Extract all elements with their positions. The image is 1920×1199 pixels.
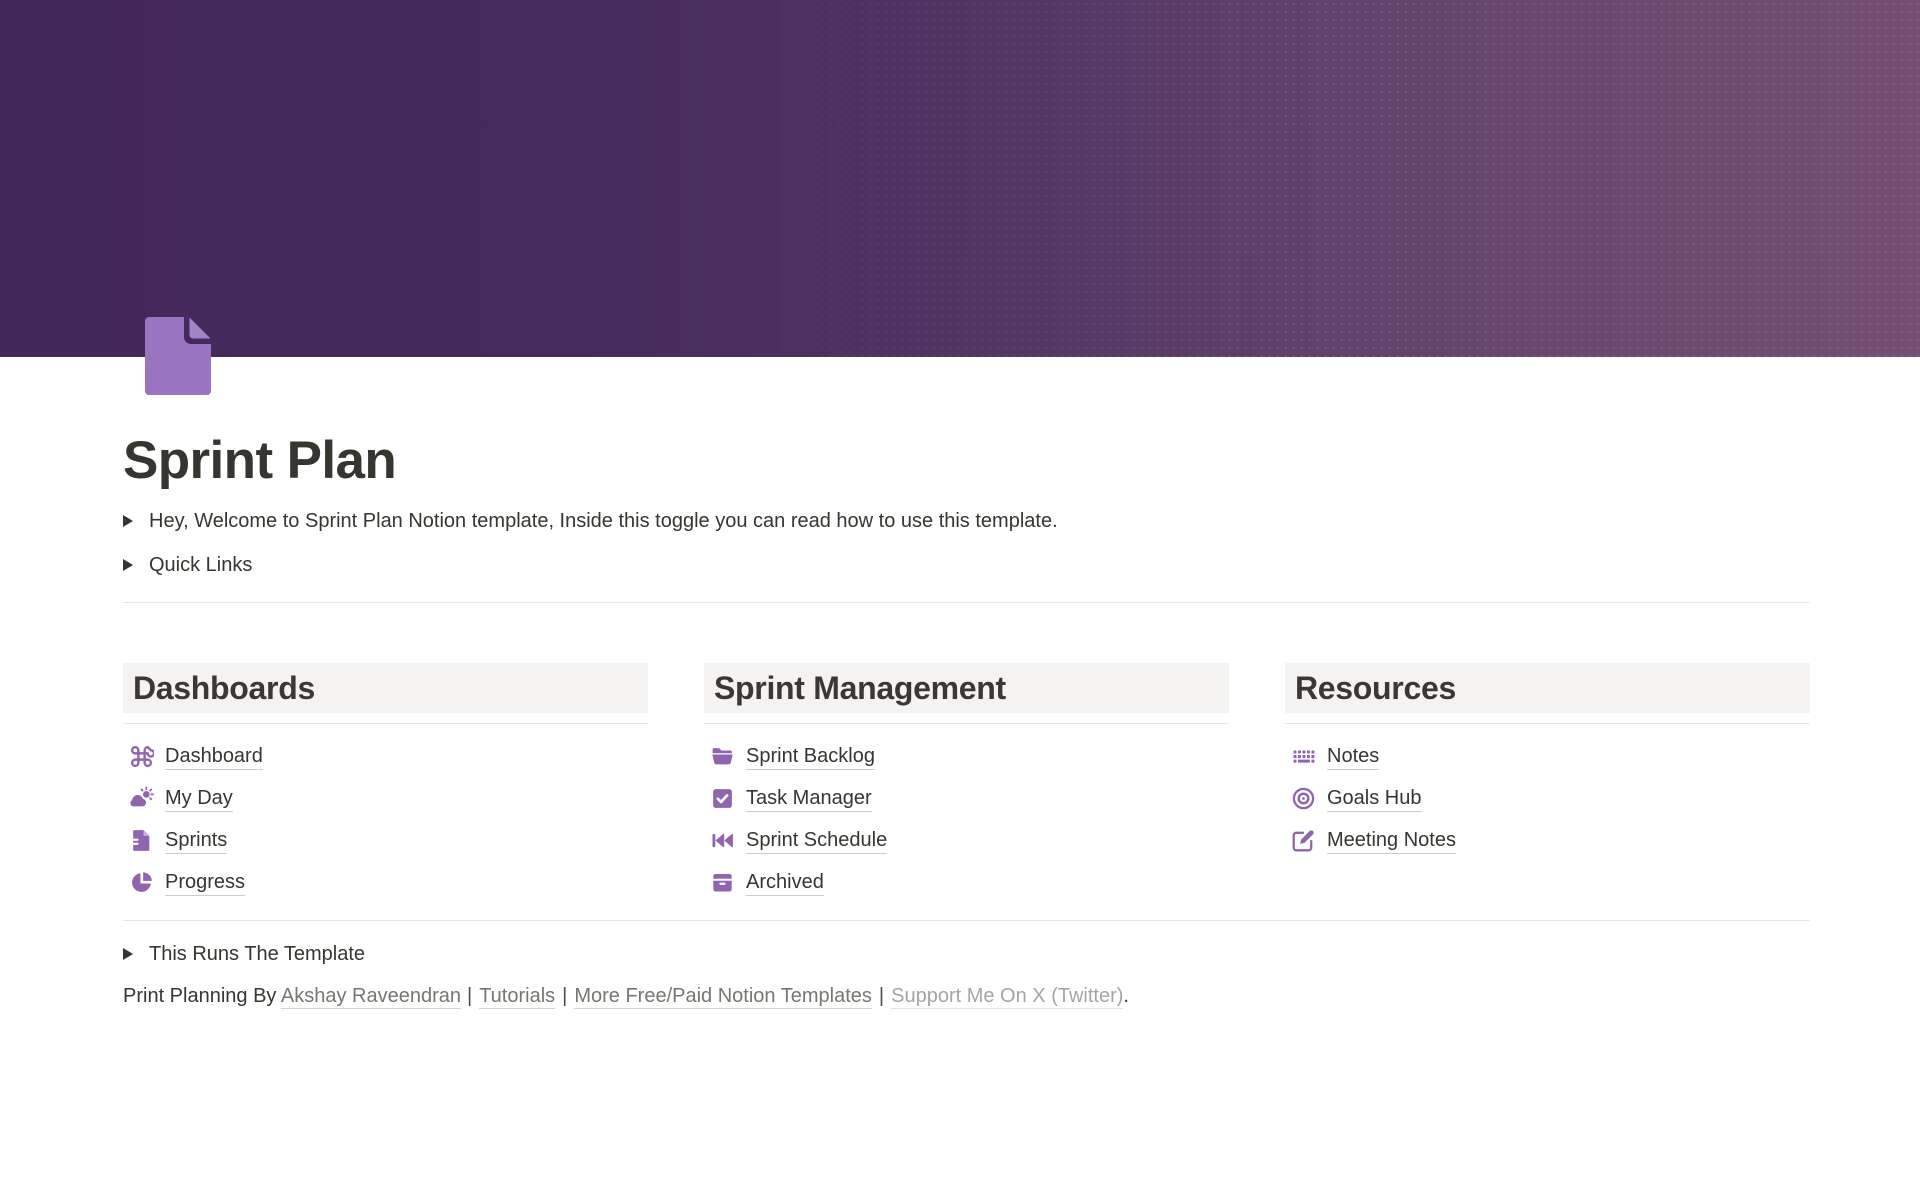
page-link-archived[interactable]: Archived: [710, 869, 1229, 896]
page-link-label: Progress: [165, 870, 245, 896]
column-header-sprint-management: Sprint Management: [704, 663, 1229, 713]
pie-chart-icon: [129, 870, 154, 895]
twitter-link[interactable]: Support Me On X (Twitter): [891, 985, 1123, 1009]
toggle-triangle-icon[interactable]: [123, 515, 149, 527]
column-list-dashboards: Dashboard: [123, 743, 648, 896]
author-link[interactable]: Akshay Raveendran: [281, 985, 461, 1009]
toggle-quick-links-label: Quick Links: [149, 551, 252, 579]
rewind-icon: [710, 828, 735, 853]
column-header-dashboards: Dashboards: [123, 663, 648, 713]
toggle-triangle-icon[interactable]: [123, 948, 149, 960]
credit-separator: |: [461, 985, 479, 1007]
credit-line: Print Planning By Akshay Raveendran|Tuto…: [123, 983, 1810, 1010]
credit-separator: |: [555, 985, 574, 1007]
compose-icon: [1291, 828, 1316, 853]
toggle-runs-template-label: This Runs The Template: [149, 940, 365, 968]
page-link-label: Archived: [746, 870, 824, 896]
page-link-sprint-schedule[interactable]: Sprint Schedule: [710, 827, 1229, 854]
page-link-label: Sprint Backlog: [746, 744, 875, 770]
page-link-label: Goals Hub: [1327, 786, 1422, 812]
templates-link[interactable]: More Free/Paid Notion Templates: [574, 985, 872, 1009]
page-link-label: My Day: [165, 786, 233, 812]
keyboard-icon: [1291, 744, 1316, 769]
tutorials-link[interactable]: Tutorials: [479, 985, 555, 1009]
divider: [1285, 723, 1810, 724]
credit-prefix: Print Planning By: [123, 985, 276, 1007]
column-header-resources: Resources: [1285, 663, 1810, 713]
toggle-this-runs-the-template[interactable]: This Runs The Template: [123, 940, 1810, 968]
page-link-label: Sprints: [165, 828, 227, 854]
page-link-progress[interactable]: Progress: [129, 869, 648, 896]
page-link-goals-hub[interactable]: Goals Hub: [1291, 785, 1810, 812]
toggle-welcome-label: Hey, Welcome to Sprint Plan Notion templ…: [149, 507, 1058, 535]
column-list-resources: Notes Goals Hub: [1285, 743, 1810, 854]
toggle-triangle-icon[interactable]: [123, 559, 149, 571]
checkbox-icon: [710, 786, 735, 811]
command-icon: [129, 744, 154, 769]
page-link-label: Sprint Schedule: [746, 828, 887, 854]
toggle-quick-links[interactable]: Quick Links: [123, 551, 1810, 579]
page-link-label: Notes: [1327, 744, 1379, 770]
column-resources: Resources Notes: [1285, 663, 1810, 911]
column-dashboards: Dashboards Dashboard: [123, 663, 648, 911]
sun-cloud-icon: [129, 786, 154, 811]
link-columns: Dashboards Dashboard: [123, 663, 1810, 911]
divider: [704, 723, 1229, 724]
divider: [123, 920, 1810, 921]
column-list-sprint-management: Sprint Backlog Task Manager: [704, 743, 1229, 896]
page-link-my-day[interactable]: My Day: [129, 785, 648, 812]
page-title: Sprint Plan: [123, 431, 1810, 491]
page-link-task-manager[interactable]: Task Manager: [710, 785, 1229, 812]
cover-image: [0, 0, 1920, 357]
page-link-notes[interactable]: Notes: [1291, 743, 1810, 770]
toggle-welcome[interactable]: Hey, Welcome to Sprint Plan Notion templ…: [123, 507, 1810, 535]
divider: [123, 723, 648, 724]
folder-icon: [710, 744, 735, 769]
page-link-label: Meeting Notes: [1327, 828, 1456, 854]
page-link-meeting-notes[interactable]: Meeting Notes: [1291, 827, 1810, 854]
page-link-sprint-backlog[interactable]: Sprint Backlog: [710, 743, 1229, 770]
page-link-label: Task Manager: [746, 786, 872, 812]
divider: [123, 602, 1810, 603]
page-link-dashboard[interactable]: Dashboard: [129, 743, 648, 770]
purple-page-icon: [145, 317, 211, 395]
document-icon: [129, 828, 154, 853]
page-link-label: Dashboard: [165, 744, 263, 770]
credit-separator: |: [872, 985, 891, 1007]
target-icon: [1291, 786, 1316, 811]
credit-suffix: .: [1123, 985, 1129, 1007]
column-sprint-management: Sprint Management Sprint Backlog: [704, 663, 1229, 911]
page-icon[interactable]: [145, 317, 211, 395]
archive-icon: [710, 870, 735, 895]
page-body: Sprint Plan Hey, Welcome to Sprint Plan …: [0, 431, 1920, 1010]
page-link-sprints[interactable]: Sprints: [129, 827, 648, 854]
